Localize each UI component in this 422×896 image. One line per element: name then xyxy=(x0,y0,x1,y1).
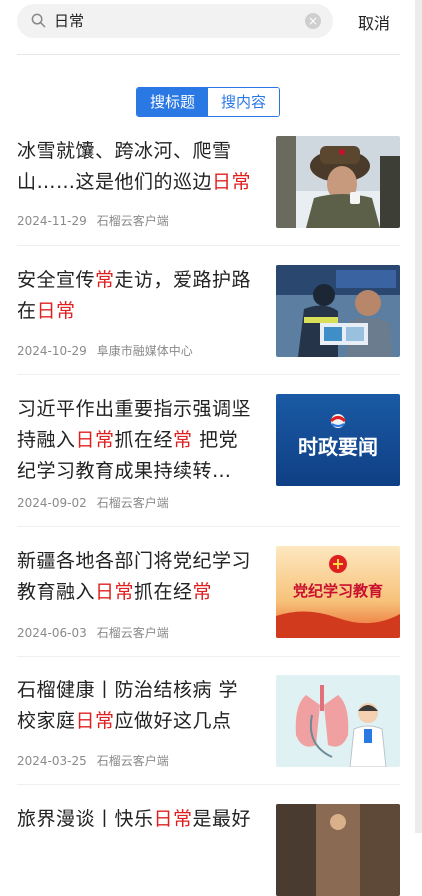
keyword-highlight: 常 xyxy=(192,581,213,603)
article-date: 2024-09-02 xyxy=(17,496,87,510)
article-meta: 2024-11-29 石榴云客户端 xyxy=(17,212,169,229)
article-meta: 2024-09-02 石榴云客户端 xyxy=(17,494,169,511)
patrol-soldier-image[interactable] xyxy=(276,136,400,228)
cancel-button[interactable]: 取消 xyxy=(358,10,390,34)
clear-icon[interactable]: × xyxy=(305,13,321,29)
article-title[interactable]: 安全宣传常走访，爱路护路在日常 xyxy=(17,265,257,327)
keyword-highlight: 日常 xyxy=(212,171,252,193)
item-separator xyxy=(17,245,400,246)
article-date: 2024-11-29 xyxy=(17,214,87,228)
article-title[interactable]: 冰雪就馕、跨冰河、爬雪山……这是他们的巡边日常 xyxy=(17,136,257,198)
travel-image[interactable] xyxy=(276,804,400,896)
item-separator xyxy=(17,374,400,375)
keyword-highlight: 常 xyxy=(173,429,193,451)
title-text: 旅界漫谈丨快乐 xyxy=(17,808,154,830)
article-date: 2024-06-03 xyxy=(17,626,87,640)
search-mode-toggle: 搜标题 搜内容 xyxy=(136,87,280,117)
article-source: 阜康市融媒体中心 xyxy=(96,344,193,358)
article-source: 石榴云客户端 xyxy=(96,214,169,228)
article-source: 石榴云客户端 xyxy=(96,754,169,768)
article-source: 石榴云客户端 xyxy=(96,496,169,510)
article-date: 2024-10-29 xyxy=(17,344,87,358)
title-text: 冰雪就馕、跨冰河、爬雪山……这是他们的巡边 xyxy=(17,140,232,193)
thumb-caption: 党纪学习教育 xyxy=(293,582,383,600)
article-title[interactable]: 新疆各地各部门将党纪学习教育融入日常抓在经常 xyxy=(17,546,257,608)
divider xyxy=(17,54,400,55)
keyword-highlight: 日常 xyxy=(75,429,115,451)
article-date: 2024-03-25 xyxy=(17,754,87,768)
keyword-highlight: 日常 xyxy=(75,710,115,732)
article-title[interactable]: 石榴健康丨防治结核病 学校家庭日常应做好这几点 xyxy=(17,675,257,737)
keyword-highlight: 日常 xyxy=(95,581,135,603)
article-meta: 2024-10-29 阜康市融媒体中心 xyxy=(17,342,193,359)
keyword-highlight: 日常 xyxy=(36,300,76,322)
article-title[interactable]: 旅界漫谈丨快乐日常是最好 xyxy=(17,804,257,835)
article-meta: 2024-03-25 石榴云客户端 xyxy=(17,752,169,769)
item-separator xyxy=(17,526,400,527)
safety-outreach-image[interactable] xyxy=(276,265,400,357)
keyword-highlight: 常 xyxy=(95,269,115,291)
keyword-highlight: 日常 xyxy=(153,808,193,830)
title-text: 抓在经 xyxy=(114,429,174,451)
article-title[interactable]: 习近平作出重要指示强调坚持融入日常抓在经常 把党纪学习教育成果持续转… xyxy=(17,394,257,487)
scrollbar[interactable] xyxy=(415,0,422,833)
search-input[interactable] xyxy=(54,4,284,38)
tab-search-title[interactable]: 搜标题 xyxy=(137,88,208,116)
title-text: 安全宣传 xyxy=(17,269,96,291)
item-separator xyxy=(17,784,400,785)
item-separator xyxy=(17,656,400,657)
title-text: 抓在经 xyxy=(134,581,193,603)
party-discipline-banner-image[interactable]: 党纪学习教育 xyxy=(276,546,400,638)
title-text: 应做好这几点 xyxy=(114,710,232,732)
article-source: 石榴云客户端 xyxy=(96,626,169,640)
doctor-lungs-illustration[interactable] xyxy=(276,675,400,767)
search-bar: × 取消 xyxy=(0,0,415,46)
thumb-caption: 时政要闻 xyxy=(298,435,378,459)
news-banner-image[interactable]: 时政要闻 xyxy=(276,394,400,486)
article-meta: 2024-06-03 石榴云客户端 xyxy=(17,624,169,641)
title-text: 是最好 xyxy=(192,808,252,830)
tab-search-content[interactable]: 搜内容 xyxy=(208,88,279,116)
search-box[interactable]: × xyxy=(17,4,333,38)
search-icon xyxy=(31,13,46,28)
